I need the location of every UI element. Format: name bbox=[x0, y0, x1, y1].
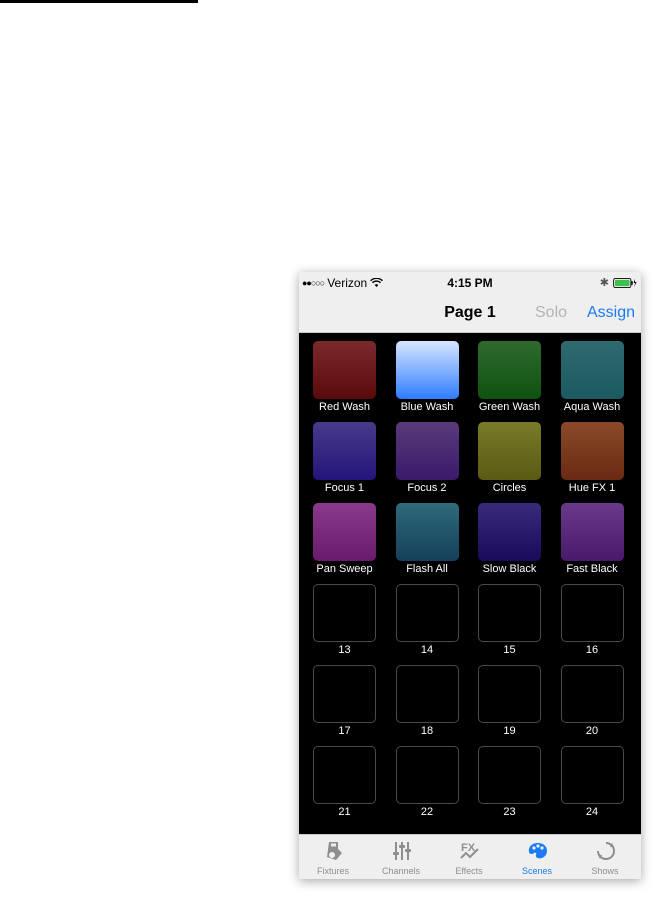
tab-label: Effects bbox=[455, 866, 483, 876]
status-right: ✱ bbox=[600, 276, 637, 289]
scene-label: Blue Wash bbox=[400, 401, 454, 413]
scene-cell[interactable]: 14 bbox=[382, 576, 464, 656]
assign-button[interactable]: Assign bbox=[587, 304, 635, 322]
empty-scene-pad[interactable] bbox=[313, 665, 376, 723]
scene-cell[interactable]: 13 bbox=[299, 576, 381, 656]
scene-cell[interactable]: 17 bbox=[299, 657, 381, 737]
status-bar: ●●○○○ Verizon 4:15 PM ✱ bbox=[299, 272, 641, 294]
scene-label: Focus 2 bbox=[407, 482, 447, 494]
scene-label: Aqua Wash bbox=[563, 401, 621, 413]
tab-label: Fixtures bbox=[316, 866, 349, 876]
effects-icon: FX bbox=[460, 842, 479, 859]
scene-cell[interactable]: Aqua Wash bbox=[547, 333, 629, 413]
empty-scene-pad[interactable] bbox=[313, 746, 376, 804]
scene-cell[interactable]: 22 bbox=[382, 738, 464, 818]
scene-label: Circles bbox=[492, 482, 527, 494]
scene-pad[interactable] bbox=[478, 503, 541, 561]
scene-cell[interactable]: Flash All bbox=[382, 495, 464, 575]
scene-cell[interactable]: Green Wash bbox=[464, 333, 546, 413]
scene-cell[interactable]: 20 bbox=[547, 657, 629, 737]
empty-scene-pad[interactable] bbox=[478, 665, 541, 723]
scene-label: Red Wash bbox=[319, 401, 370, 413]
scene-label: 19 bbox=[503, 725, 516, 737]
channels-icon bbox=[393, 842, 411, 860]
empty-scene-pad[interactable] bbox=[313, 584, 376, 642]
tab-label: Shows bbox=[591, 866, 619, 876]
scene-cell[interactable]: Pan Sweep bbox=[299, 495, 381, 575]
empty-scene-pad[interactable] bbox=[395, 746, 459, 804]
scene-label: 13 bbox=[338, 644, 351, 656]
scene-label: 23 bbox=[503, 806, 516, 818]
scene-cell[interactable]: 23 bbox=[464, 738, 546, 818]
scenes-icon bbox=[528, 843, 547, 859]
scene-cell[interactable]: 19 bbox=[464, 657, 546, 737]
empty-scene-pad[interactable] bbox=[478, 584, 541, 642]
scene-pad[interactable] bbox=[395, 503, 459, 561]
scene-cell[interactable]: 16 bbox=[547, 576, 629, 656]
top-divider-bar bbox=[0, 0, 198, 3]
scene-pad[interactable] bbox=[313, 422, 376, 480]
scene-label: Pan Sweep bbox=[316, 563, 373, 575]
scene-pad[interactable] bbox=[478, 341, 541, 399]
scene-label: Green Wash bbox=[478, 401, 541, 413]
navigation-bar: Page 1 Solo Assign bbox=[299, 294, 641, 333]
scene-label: 15 bbox=[503, 644, 516, 656]
tab-fixtures[interactable]: Fixtures bbox=[299, 835, 367, 879]
phone-screen: ●●○○○ Verizon 4:15 PM ✱ Page 1 Solo Assi… bbox=[299, 272, 641, 879]
battery-charging-icon bbox=[613, 277, 637, 288]
tab-bar: Fixtures Channels FX Effects Scenes Show… bbox=[299, 834, 641, 879]
empty-scene-pad[interactable] bbox=[560, 584, 624, 642]
fixtures-icon bbox=[327, 842, 342, 860]
scene-cell[interactable]: Focus 1 bbox=[299, 414, 381, 494]
tab-shows[interactable]: Shows bbox=[571, 835, 639, 879]
scene-label: 18 bbox=[420, 725, 434, 737]
scene-cell[interactable]: 15 bbox=[464, 576, 546, 656]
tab-label: Channels bbox=[381, 866, 421, 876]
tab-channels[interactable]: Channels bbox=[367, 835, 435, 879]
empty-scene-pad[interactable] bbox=[560, 665, 624, 723]
scene-label: 14 bbox=[420, 644, 434, 656]
tab-scenes[interactable]: Scenes bbox=[503, 835, 571, 879]
scene-cell[interactable]: Slow Black bbox=[464, 495, 546, 575]
scene-pad[interactable] bbox=[560, 341, 624, 399]
scene-label: 20 bbox=[585, 725, 599, 737]
scene-cell[interactable]: Red Wash bbox=[299, 333, 381, 413]
scene-label: Slow Black bbox=[482, 563, 537, 575]
scene-pad[interactable] bbox=[313, 341, 376, 399]
shows-icon bbox=[597, 842, 615, 860]
bluetooth-icon: ✱ bbox=[599, 277, 609, 289]
scene-pad[interactable] bbox=[395, 422, 459, 480]
scene-label: Flash All bbox=[406, 563, 448, 575]
scene-cell[interactable]: Blue Wash bbox=[382, 333, 464, 413]
scene-cell[interactable]: 24 bbox=[547, 738, 629, 818]
scene-label: 22 bbox=[420, 806, 434, 818]
empty-scene-pad[interactable] bbox=[560, 746, 624, 804]
scene-cell[interactable]: Hue FX 1 bbox=[547, 414, 629, 494]
scene-label: Fast Black bbox=[566, 563, 618, 575]
scene-pad[interactable] bbox=[478, 422, 541, 480]
empty-scene-pad[interactable] bbox=[395, 584, 459, 642]
tab-effects[interactable]: FX Effects bbox=[435, 835, 503, 879]
scene-label: 24 bbox=[585, 806, 599, 818]
scene-label: Focus 1 bbox=[324, 482, 365, 494]
solo-button[interactable]: Solo bbox=[535, 304, 567, 322]
status-time: 4:15 PM bbox=[447, 276, 493, 290]
empty-scene-pad[interactable] bbox=[395, 665, 459, 723]
scene-label: 21 bbox=[338, 806, 351, 818]
scene-pad[interactable] bbox=[560, 503, 624, 561]
scene-cell[interactable]: 21 bbox=[299, 738, 381, 818]
scene-label: 16 bbox=[585, 644, 599, 656]
scene-cell[interactable]: Focus 2 bbox=[382, 414, 464, 494]
scene-pad[interactable] bbox=[395, 341, 459, 399]
scene-pad[interactable] bbox=[313, 503, 376, 561]
tab-label: Scenes bbox=[521, 866, 553, 876]
scene-cell[interactable]: Circles bbox=[464, 414, 546, 494]
scene-label: Hue FX 1 bbox=[568, 482, 616, 494]
empty-scene-pad[interactable] bbox=[478, 746, 541, 804]
scene-label: 17 bbox=[338, 725, 351, 737]
scene-pad[interactable] bbox=[560, 422, 624, 480]
scene-cell[interactable]: 18 bbox=[382, 657, 464, 737]
scene-cell[interactable]: Fast Black bbox=[547, 495, 629, 575]
